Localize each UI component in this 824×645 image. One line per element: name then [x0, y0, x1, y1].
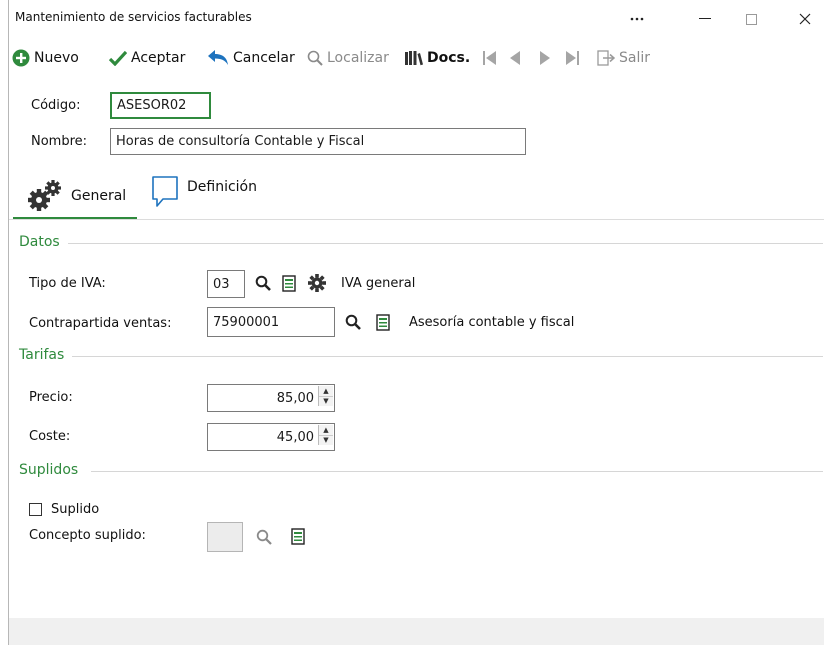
suplido-checkbox-label: Suplido: [51, 502, 100, 517]
concepto-document-icon[interactable]: [290, 526, 306, 546]
contrapartida-document-icon[interactable]: [375, 312, 391, 332]
contrapartida-value: 75900001: [213, 314, 280, 330]
cancel-button-label: Cancelar: [233, 50, 295, 66]
codigo-label: Código:: [31, 98, 81, 113]
tabs-divider: [9, 219, 824, 220]
exit-button-label: Salir: [619, 50, 651, 66]
locate-button[interactable]: Localizar: [307, 48, 389, 68]
docs-button[interactable]: Docs.: [405, 48, 470, 68]
locate-button-label: Localizar: [327, 50, 389, 66]
last-icon: [566, 51, 579, 65]
coste-input[interactable]: 45,00 ▲ ▼: [207, 423, 335, 451]
datos-divider: [67, 243, 823, 244]
nombre-label: Nombre:: [31, 134, 88, 149]
coste-spinner[interactable]: ▲ ▼: [318, 425, 333, 445]
contrapartida-search-icon[interactable]: [344, 313, 362, 331]
toolbar: Nuevo Aceptar Cancelar Localizar Docs. S…: [9, 38, 824, 76]
next-icon: [540, 51, 550, 65]
tipo-iva-description: IVA general: [341, 276, 416, 291]
speech-bubble-icon: [152, 176, 178, 207]
books-icon: [405, 51, 423, 66]
status-bar: [9, 618, 824, 645]
accept-button[interactable]: Aceptar: [109, 48, 185, 68]
main-window: Mantenimiento de servicios facturables N…: [8, 0, 824, 645]
tipo-iva-label: Tipo de IVA:: [29, 276, 106, 291]
tab-general[interactable]: General: [27, 174, 126, 218]
accept-button-label: Aceptar: [131, 50, 186, 66]
codigo-value: ASESOR02: [117, 98, 187, 113]
precio-increment-icon[interactable]: ▲: [319, 386, 333, 397]
close-button[interactable]: [785, 6, 824, 32]
more-icon[interactable]: [617, 6, 657, 32]
docs-button-label: Docs.: [427, 50, 471, 66]
contrapartida-label: Contrapartida ventas:: [29, 316, 172, 331]
suplidos-section-title: Suplidos: [19, 462, 87, 478]
precio-value: 85,00: [276, 390, 314, 406]
next-record-button[interactable]: [539, 48, 551, 68]
precio-spinner[interactable]: ▲ ▼: [318, 386, 333, 406]
previous-icon: [510, 51, 520, 65]
precio-label: Precio:: [29, 390, 73, 405]
previous-record-button[interactable]: [509, 48, 521, 68]
concepto-search-icon[interactable]: [255, 528, 273, 546]
tipo-iva-input[interactable]: 03: [207, 270, 245, 298]
concepto-suplido-input[interactable]: [207, 522, 243, 552]
codigo-input[interactable]: ASESOR02: [110, 92, 211, 119]
minimize-button[interactable]: [685, 6, 725, 32]
plus-circle-icon: [12, 49, 30, 67]
precio-input[interactable]: 85,00 ▲ ▼: [207, 384, 335, 412]
maximize-button[interactable]: [731, 6, 771, 32]
coste-label: Coste:: [29, 429, 71, 444]
search-icon: [307, 50, 323, 66]
coste-increment-icon[interactable]: ▲: [319, 425, 333, 436]
coste-value: 45,00: [276, 429, 314, 445]
nombre-input[interactable]: Horas de consultoría Contable y Fiscal: [110, 128, 526, 155]
tarifas-section-title: Tarifas: [19, 347, 73, 363]
contrapartida-input[interactable]: 75900001: [207, 307, 335, 337]
nombre-value: Horas de consultoría Contable y Fiscal: [116, 134, 365, 149]
datos-section-title: Datos: [19, 234, 68, 250]
exit-icon: [597, 50, 615, 66]
new-button[interactable]: Nuevo: [12, 48, 79, 68]
title-bar: Mantenimiento de servicios facturables: [9, 0, 824, 38]
tipo-iva-document-icon[interactable]: [281, 273, 297, 293]
tab-definicion[interactable]: Definición: [151, 170, 257, 214]
last-record-button[interactable]: [565, 48, 579, 68]
suplidos-divider: [91, 471, 823, 472]
cancel-button[interactable]: Cancelar: [207, 48, 295, 68]
concepto-suplido-label: Concepto suplido:: [29, 528, 146, 543]
undo-arrow-icon: [208, 50, 228, 65]
coste-decrement-icon[interactable]: ▼: [319, 435, 333, 445]
exit-button[interactable]: Salir: [597, 48, 650, 68]
suplido-checkbox[interactable]: [29, 503, 42, 516]
window-title: Mantenimiento de servicios facturables: [15, 10, 252, 24]
tab-general-label: General: [71, 188, 127, 204]
first-icon: [483, 51, 496, 65]
tipo-iva-search-icon[interactable]: [254, 274, 272, 292]
gears-icon: [28, 180, 61, 211]
tarifas-divider: [71, 356, 823, 357]
precio-decrement-icon[interactable]: ▼: [319, 396, 333, 406]
new-button-label: Nuevo: [34, 50, 79, 66]
check-icon: [109, 50, 127, 66]
tipo-iva-settings-icon[interactable]: [307, 273, 327, 293]
tab-definicion-label: Definición: [187, 179, 257, 195]
contrapartida-description: Asesoría contable y fiscal: [409, 315, 575, 330]
tipo-iva-value: 03: [213, 276, 230, 292]
first-record-button[interactable]: [483, 48, 497, 68]
